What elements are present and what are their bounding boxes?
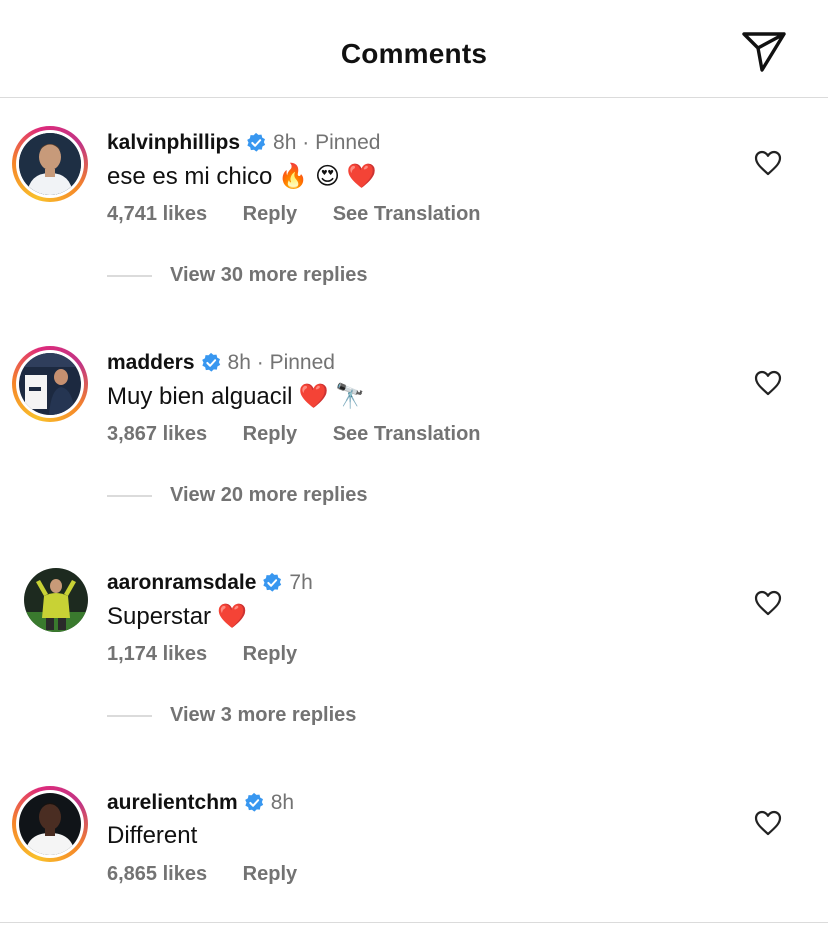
comment-meta: kalvinphillips 8h · Pinned bbox=[107, 128, 380, 158]
comment-meta: aurelientchm 8h bbox=[107, 788, 294, 818]
comment-body: ese es mi chico bbox=[107, 163, 273, 190]
comment-text: Muy bien alguacil ❤️ 🔭 bbox=[107, 382, 365, 411]
comment-time: 8h bbox=[270, 791, 295, 814]
view-more-replies[interactable]: View 30 more replies bbox=[107, 264, 368, 287]
see-translation-button[interactable]: See Translation bbox=[333, 423, 481, 445]
username[interactable]: kalvinphillips bbox=[107, 131, 240, 155]
bottom-divider bbox=[0, 922, 828, 923]
reply-button[interactable]: Reply bbox=[243, 863, 297, 885]
comment-actions: 6,865 likes Reply bbox=[107, 863, 327, 886]
reply-button[interactable]: Reply bbox=[243, 203, 297, 225]
paper-plane-icon[interactable] bbox=[741, 30, 787, 74]
emoji-group: ❤️ bbox=[217, 603, 247, 630]
avatar[interactable] bbox=[12, 346, 88, 422]
view-replies-label: View 20 more replies bbox=[170, 484, 368, 506]
avatar[interactable] bbox=[12, 786, 88, 862]
username[interactable]: aurelientchm bbox=[107, 791, 238, 815]
reply-button[interactable]: Reply bbox=[243, 423, 297, 445]
heart-icon[interactable] bbox=[754, 370, 782, 396]
verified-badge-icon bbox=[201, 352, 220, 372]
comment-text: Different bbox=[107, 822, 197, 850]
likes-count[interactable]: 6,865 likes bbox=[107, 863, 207, 885]
avatar[interactable] bbox=[12, 562, 88, 638]
comment-text: Superstar ❤️ bbox=[107, 602, 247, 631]
replies-divider bbox=[107, 714, 152, 717]
view-replies-label: View 3 more replies bbox=[170, 704, 357, 726]
likes-count[interactable]: 3,867 likes bbox=[107, 423, 207, 445]
comment-actions: 1,174 likes Reply bbox=[107, 643, 327, 666]
comment-time: 8h · Pinned bbox=[227, 351, 335, 374]
comment-actions: 3,867 likes Reply See Translation bbox=[107, 423, 511, 446]
likes-count[interactable]: 1,174 likes bbox=[107, 643, 207, 665]
view-more-replies[interactable]: View 3 more replies bbox=[107, 704, 356, 727]
replies-divider bbox=[107, 274, 152, 277]
verified-badge-icon bbox=[263, 572, 282, 592]
comment-meta: madders 8h · Pinned bbox=[107, 348, 335, 378]
comment-meta: aaronramsdale 7h bbox=[107, 568, 313, 598]
emoji-group: ❤️ 🔭 bbox=[298, 383, 365, 410]
username[interactable]: aaronramsdale bbox=[107, 571, 256, 595]
comment-time: 7h bbox=[289, 571, 313, 594]
comment-body: Superstar bbox=[107, 603, 212, 630]
heart-icon[interactable] bbox=[754, 810, 782, 836]
username[interactable]: madders bbox=[107, 351, 195, 375]
page-title: Comments bbox=[340, 38, 488, 69]
heart-icon[interactable] bbox=[754, 590, 782, 616]
comment-text: ese es mi chico 🔥 😍 ❤️ bbox=[107, 162, 377, 191]
verified-badge-icon bbox=[244, 792, 263, 812]
emoji-group: 🔥 😍 ❤️ bbox=[278, 163, 377, 190]
reply-button[interactable]: Reply bbox=[243, 643, 297, 665]
view-replies-label: View 30 more replies bbox=[170, 264, 368, 286]
comment-body: Muy bien alguacil bbox=[107, 383, 293, 410]
comment-body: Different bbox=[107, 822, 198, 849]
heart-icon[interactable] bbox=[754, 150, 782, 176]
likes-count[interactable]: 4,741 likes bbox=[107, 203, 207, 225]
avatar[interactable] bbox=[12, 126, 88, 202]
comment-time: 8h · Pinned bbox=[273, 131, 381, 154]
comment-actions: 4,741 likes Reply See Translation bbox=[107, 203, 511, 226]
comments-header: Comments bbox=[0, 0, 828, 98]
view-more-replies[interactable]: View 20 more replies bbox=[107, 484, 368, 507]
replies-divider bbox=[107, 494, 152, 497]
see-translation-button[interactable]: See Translation bbox=[333, 203, 481, 225]
verified-badge-icon bbox=[247, 132, 266, 152]
